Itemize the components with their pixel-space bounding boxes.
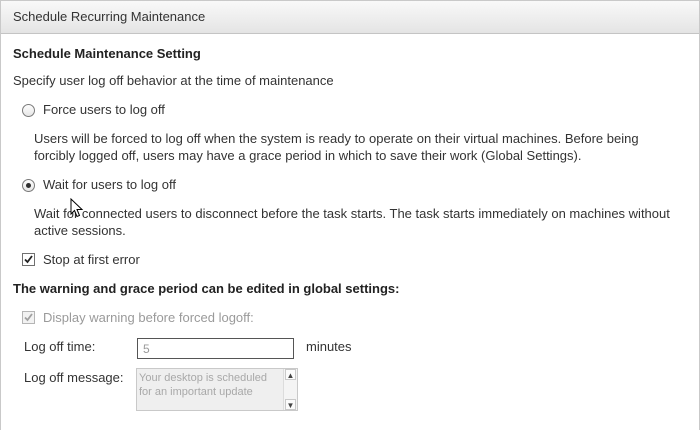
- logoff-message-scrollbar[interactable]: ▲ ▼: [283, 369, 297, 410]
- scroll-down-icon[interactable]: ▼: [285, 399, 296, 410]
- logoff-message-textarea[interactable]: Your desktop is scheduled for an importa…: [136, 368, 298, 411]
- logoff-time-input[interactable]: 5: [137, 338, 294, 359]
- schedule-maintenance-dialog: Schedule Recurring Maintenance Schedule …: [0, 0, 700, 430]
- section-subtitle: Specify user log off behavior at the tim…: [13, 73, 334, 88]
- display-warning-label: Display warning before forced logoff:: [43, 310, 254, 325]
- logoff-message-label: Log off message:: [24, 370, 124, 385]
- stop-at-first-error-checkbox[interactable]: [22, 253, 35, 266]
- dialog-titlebar[interactable]: Schedule Recurring Maintenance: [1, 1, 699, 34]
- logoff-time-unit: minutes: [306, 339, 352, 354]
- section-heading: Schedule Maintenance Setting: [13, 46, 201, 61]
- force-logoff-label[interactable]: Force users to log off: [43, 102, 165, 117]
- logoff-time-label: Log off time:: [24, 339, 96, 354]
- stop-at-first-error-label[interactable]: Stop at first error: [43, 252, 140, 267]
- mouse-cursor-icon: [70, 198, 84, 218]
- global-settings-heading: The warning and grace period can be edit…: [13, 281, 400, 296]
- wait-logoff-description: Wait for connected users to disconnect b…: [34, 206, 670, 238]
- checkmark-icon: [24, 313, 33, 322]
- wait-logoff-radio[interactable]: [22, 179, 35, 192]
- checkmark-icon: [24, 255, 33, 264]
- display-warning-checkbox[interactable]: [22, 311, 35, 324]
- wait-logoff-label[interactable]: Wait for users to log off: [43, 177, 176, 192]
- force-logoff-description: Users will be forced to log off when the…: [34, 131, 639, 163]
- dialog-title: Schedule Recurring Maintenance: [13, 9, 206, 24]
- force-logoff-radio[interactable]: [22, 104, 35, 117]
- scroll-up-icon[interactable]: ▲: [285, 369, 296, 380]
- logoff-message-text: Your desktop is scheduled for an importa…: [139, 372, 268, 398]
